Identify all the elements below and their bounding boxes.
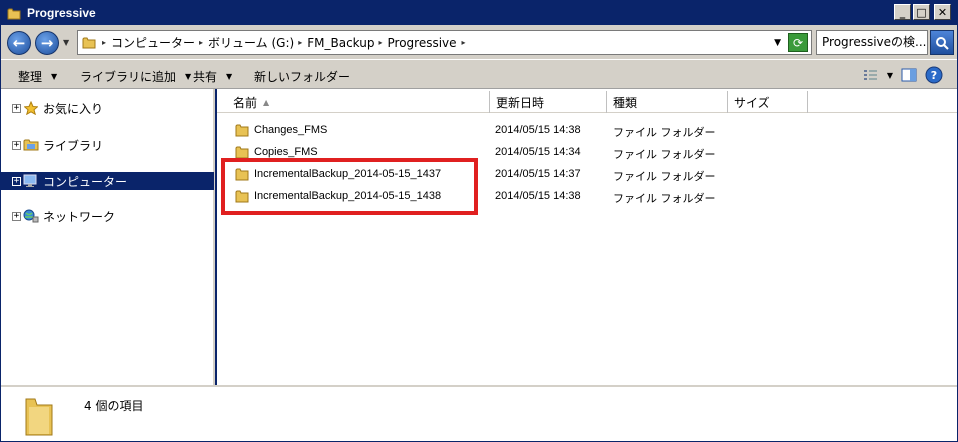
- breadcrumb-computer[interactable]: ▸ コンピューター: [102, 34, 195, 51]
- history-dropdown-icon[interactable]: ▼: [63, 38, 69, 47]
- sort-ascending-icon: ▲: [263, 97, 270, 107]
- chevron-right-icon: ▸: [199, 38, 204, 47]
- folder-icon: [7, 8, 21, 19]
- chevron-right-icon: ▸: [102, 38, 107, 47]
- computer-icon: [23, 174, 37, 187]
- maximize-button[interactable]: □: [913, 4, 930, 20]
- command-bar: 整理 ▼ ライブラリに追加 ▼ 共有 ▼ 新しいフォルダー ▼ ?: [1, 59, 957, 89]
- item-count: 4 個の項目: [84, 399, 144, 413]
- arrow-left-icon: ←: [12, 34, 26, 52]
- forward-button[interactable]: →: [35, 31, 59, 55]
- refresh-button[interactable]: ⟳: [788, 33, 808, 52]
- highlight-annotation: [221, 158, 478, 215]
- add-to-library-button[interactable]: ライブラリに追加 ▼: [80, 68, 191, 85]
- chevron-right-icon: ▸: [298, 38, 303, 47]
- column-header-date[interactable]: 更新日時: [490, 91, 607, 113]
- expand-icon[interactable]: +: [12, 140, 21, 150]
- title-bar[interactable]: Progressive _ □ ✕: [1, 1, 957, 25]
- search-button[interactable]: [930, 30, 954, 55]
- navigation-pane[interactable]: + お気に入り + ライブラリ + コンピューター + ネットワーク: [1, 89, 215, 385]
- address-bar[interactable]: ▸ コンピューター ▸ ボリューム (G:) ▸ FM_Backup ▸ Progres…: [77, 30, 812, 55]
- breadcrumb-fm-backup[interactable]: ▸ FM_Backup: [298, 36, 374, 50]
- nav-item-favorites[interactable]: + お気に入り: [1, 99, 214, 117]
- arrow-right-icon: →: [40, 34, 54, 52]
- breadcrumb-volume[interactable]: ▸ ボリューム (G:): [199, 34, 294, 51]
- file-row[interactable]: Changes_FMS 2014/05/15 14:38 ファイル フォルダー: [217, 119, 957, 141]
- column-header-type[interactable]: 種類: [607, 91, 728, 113]
- chevron-down-icon[interactable]: ▼: [774, 38, 781, 48]
- file-list[interactable]: 名前 ▲ 更新日時 種類 サイズ Changes_FMS 2014/05/15 1…: [217, 89, 957, 385]
- search-input[interactable]: Progressiveの検...: [816, 30, 928, 55]
- help-icon[interactable]: ?: [925, 66, 943, 84]
- nav-item-computer[interactable]: + コンピューター: [1, 172, 214, 190]
- folder-icon: [235, 146, 249, 159]
- new-folder-button[interactable]: 新しいフォルダー: [254, 68, 350, 85]
- close-button[interactable]: ✕: [934, 4, 951, 20]
- nav-item-network[interactable]: + ネットワーク: [1, 207, 214, 225]
- expand-icon[interactable]: +: [12, 211, 21, 221]
- back-button[interactable]: ←: [7, 31, 31, 55]
- folder-icon: [235, 124, 249, 137]
- minimize-button[interactable]: _: [894, 4, 911, 20]
- chevron-down-icon: ▼: [226, 72, 233, 81]
- breadcrumb-progressive[interactable]: ▸ Progressive ▸: [378, 36, 470, 50]
- column-header-size[interactable]: サイズ: [728, 91, 808, 113]
- chevron-right-icon: ▸: [461, 38, 466, 47]
- window-title: Progressive: [27, 6, 96, 20]
- search-icon: [936, 36, 949, 50]
- preview-pane-icon[interactable]: [901, 68, 917, 82]
- column-header-name[interactable]: 名前 ▲: [217, 91, 490, 113]
- details-pane: 4 個の項目: [1, 385, 957, 441]
- view-options-icon[interactable]: [863, 68, 879, 82]
- chevron-down-icon[interactable]: ▼: [887, 71, 893, 80]
- refresh-icon: ⟳: [792, 35, 804, 50]
- library-icon: [23, 139, 39, 151]
- expand-icon[interactable]: +: [12, 103, 21, 113]
- share-button[interactable]: 共有 ▼: [193, 68, 232, 85]
- folder-icon: [82, 37, 96, 48]
- explorer-window: Progressive _ □ ✕ ← → ▼ ▸ コンピューター ▸ ボリューム …: [0, 0, 958, 442]
- folder-icon: [25, 398, 53, 436]
- address-row: ← → ▼ ▸ コンピューター ▸ ボリューム (G:) ▸ FM_Backup ▸ P…: [1, 25, 957, 59]
- organize-button[interactable]: 整理 ▼: [18, 68, 57, 85]
- svg-text:?: ?: [931, 69, 937, 82]
- chevron-down-icon: ▼: [185, 72, 192, 81]
- nav-item-libraries[interactable]: + ライブラリ: [1, 136, 214, 154]
- star-icon: [24, 101, 38, 115]
- chevron-right-icon: ▸: [378, 38, 383, 47]
- expand-icon[interactable]: +: [12, 176, 21, 186]
- network-icon: [23, 209, 39, 223]
- chevron-down-icon: ▼: [51, 72, 58, 81]
- column-headers: 名前 ▲ 更新日時 種類 サイズ: [217, 91, 957, 113]
